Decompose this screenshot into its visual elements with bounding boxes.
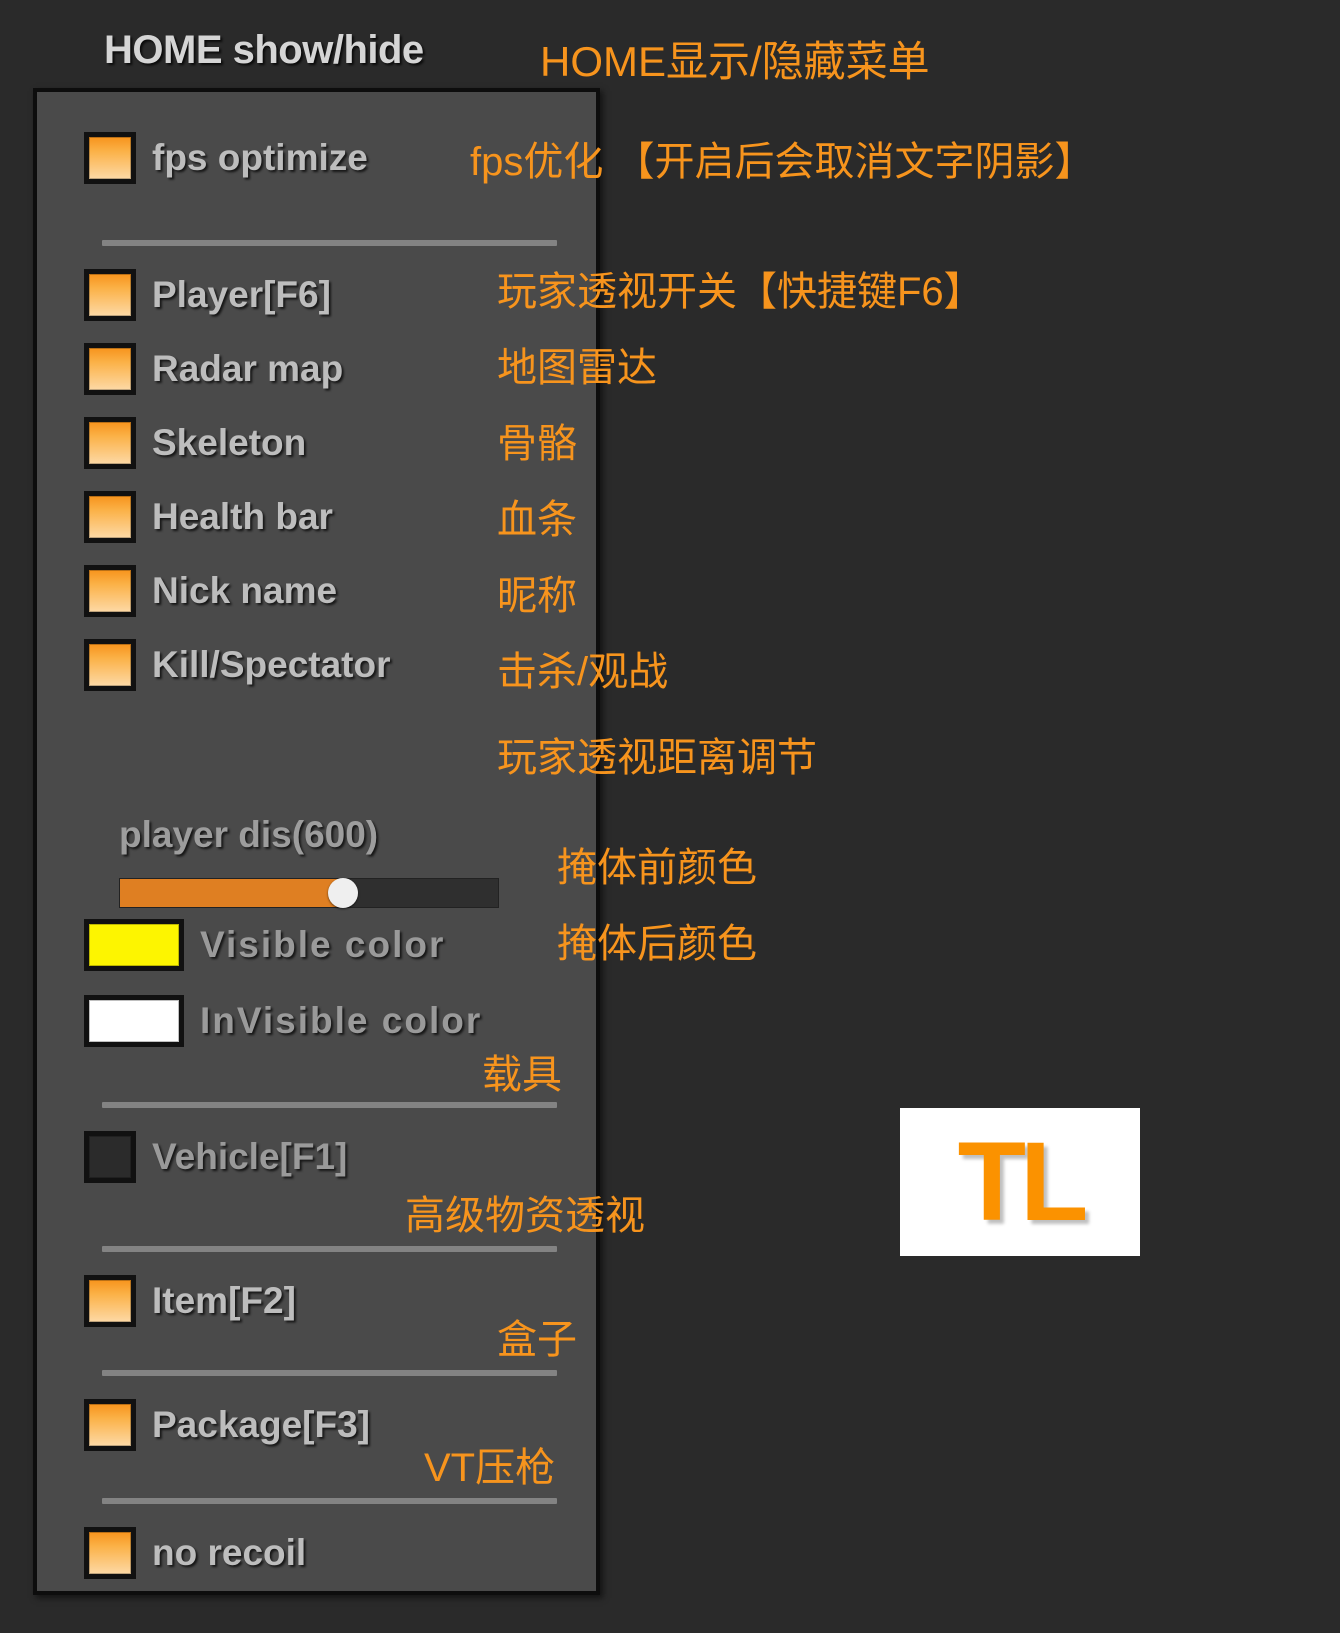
checkbox-kill-spectator[interactable]: [84, 639, 136, 691]
row-fps-optimize[interactable]: fps optimize: [84, 127, 368, 189]
color-swatch-invisible[interactable]: [84, 995, 184, 1047]
separator-1: [102, 240, 557, 246]
checkbox-item[interactable]: [84, 1275, 136, 1327]
color-swatch-visible[interactable]: [84, 919, 184, 971]
separator-3: [102, 1246, 557, 1252]
tl-logo-text: TL: [957, 1119, 1089, 1244]
label-health-bar: Health bar: [152, 496, 333, 537]
row-vehicle[interactable]: Vehicle[F1]: [84, 1126, 347, 1188]
annotation-item: 高级物资透视: [405, 1194, 645, 1238]
checkbox-skeleton[interactable]: [84, 417, 136, 469]
label-item: Item[F2]: [152, 1280, 296, 1321]
separator-4: [102, 1370, 557, 1376]
checkbox-health-bar[interactable]: [84, 491, 136, 543]
row-item[interactable]: Item[F2]: [84, 1270, 296, 1332]
annotation-fps-optimize: fps优化 【开启后会取消文字阴影】: [470, 140, 1095, 184]
checkbox-no-recoil[interactable]: [84, 1527, 136, 1579]
slider-fill: [120, 879, 344, 907]
annotation-health-bar: 血条: [497, 498, 577, 542]
separator-2: [102, 1102, 557, 1108]
label-player: Player[F6]: [152, 274, 331, 315]
annotation-no-recoil: VT压枪: [424, 1446, 556, 1490]
row-invisible-color[interactable]: InVisible color: [84, 990, 482, 1052]
annotation-nick-name: 昵称: [497, 574, 577, 618]
annotation-vehicle: 载具: [482, 1053, 562, 1097]
row-skeleton[interactable]: Skeleton: [84, 412, 306, 474]
player-distance-label: player dis(600): [119, 814, 379, 855]
row-kill-spectator[interactable]: Kill/Spectator: [84, 634, 391, 696]
player-distance-slider[interactable]: [119, 878, 499, 908]
checkbox-nick-name[interactable]: [84, 565, 136, 617]
page-title: HOME show/hide: [104, 28, 424, 72]
slider-thumb[interactable]: [328, 878, 359, 908]
annotation-radar-map: 地图雷达: [497, 346, 657, 390]
cheat-menu-panel: fps optimize Player[F6] Radar map Skelet…: [33, 88, 600, 1595]
row-player[interactable]: Player[F6]: [84, 264, 331, 326]
row-nick-name[interactable]: Nick name: [84, 560, 337, 622]
checkbox-player[interactable]: [84, 269, 136, 321]
label-nick-name: Nick name: [152, 570, 338, 611]
label-package: Package[F3]: [152, 1404, 370, 1445]
checkbox-package[interactable]: [84, 1399, 136, 1451]
row-health-bar[interactable]: Health bar: [84, 486, 333, 548]
label-fps-optimize: fps optimize: [152, 137, 368, 178]
checkbox-radar-map[interactable]: [84, 343, 136, 395]
label-no-recoil: no recoil: [152, 1532, 307, 1573]
annotation-visible-color: 掩体前颜色: [557, 846, 757, 890]
row-radar-map[interactable]: Radar map: [84, 338, 343, 400]
checkbox-vehicle[interactable]: [84, 1131, 136, 1183]
annotation-player: 玩家透视开关【快捷键F6】: [497, 270, 984, 314]
annotation-skeleton: 骨骼: [497, 422, 577, 466]
label-kill-spectator: Kill/Spectator: [152, 644, 391, 685]
annotation-invisible-color: 掩体后颜色: [557, 922, 757, 966]
row-visible-color[interactable]: Visible color: [84, 914, 445, 976]
label-vehicle: Vehicle[F1]: [152, 1136, 348, 1177]
checkbox-fps-optimize[interactable]: [84, 132, 136, 184]
label-visible-color: Visible color: [200, 924, 446, 965]
label-radar-map: Radar map: [152, 348, 344, 389]
tl-logo: TL: [900, 1108, 1140, 1256]
row-package[interactable]: Package[F3]: [84, 1394, 370, 1456]
annotation-package: 盒子: [497, 1318, 577, 1362]
label-skeleton: Skeleton: [152, 422, 307, 463]
annotation-kill-spectator: 击杀/观战: [497, 650, 669, 694]
page-title-annotation: HOME显示/隐藏菜单: [540, 38, 930, 85]
separator-5: [102, 1498, 557, 1504]
label-invisible-color: InVisible color: [200, 1000, 483, 1041]
row-no-recoil[interactable]: no recoil: [84, 1522, 306, 1584]
annotation-player-distance: 玩家透视距离调节: [497, 736, 817, 780]
